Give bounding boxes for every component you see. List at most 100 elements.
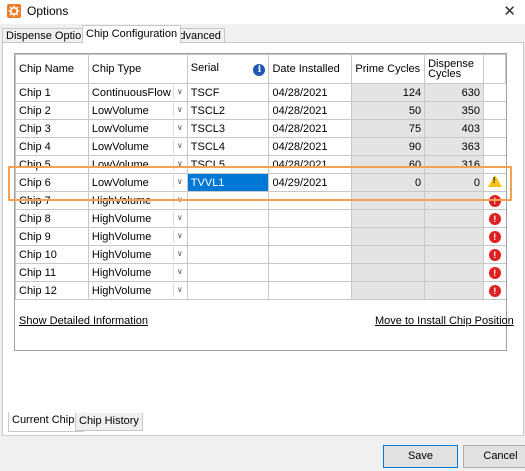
prime-cycles-cell[interactable]: 90 [351, 137, 426, 156]
prime-cycles-cell[interactable]: 0 [351, 173, 426, 192]
date-installed-cell[interactable]: 04/28/2021 [268, 83, 353, 102]
close-icon[interactable]: ✕ [503, 2, 516, 20]
chip-name-cell[interactable]: Chip 1 [15, 83, 89, 102]
prime-cycles-cell[interactable]: 60 [351, 155, 426, 174]
chip-name-cell[interactable]: Chip 10 [15, 245, 89, 264]
chevron-down-icon[interactable]: ∨ [172, 211, 186, 225]
prime-cycles-cell[interactable]: 75 [351, 119, 426, 138]
column-header-chip-type[interactable]: Chip Type [87, 54, 188, 84]
serial-cell[interactable]: TSCF [186, 83, 270, 102]
table-row[interactable]: Chip 10 HighVolume ∨! [15, 245, 506, 264]
serial-cell[interactable] [186, 227, 270, 246]
date-installed-cell[interactable]: 04/29/2021 [268, 173, 353, 192]
chip-name-cell[interactable]: Chip 3 [15, 119, 89, 138]
dispense-cycles-cell[interactable]: 350 [424, 101, 485, 120]
dispense-cycles-cell[interactable]: 403 [424, 119, 485, 138]
chip-name-cell[interactable]: Chip 4 [15, 137, 89, 156]
tab-current-chips[interactable]: Current Chips [8, 412, 84, 432]
dispense-cycles-cell[interactable] [424, 227, 485, 246]
date-installed-cell[interactable]: 04/28/2021 [268, 101, 353, 120]
serial-cell[interactable]: TSCL5 [186, 155, 270, 174]
chevron-down-icon[interactable]: ∨ [172, 157, 186, 171]
table-row[interactable]: Chip 7 HighVolume ∨! [15, 191, 506, 210]
dispense-cycles-cell[interactable] [424, 209, 485, 228]
chip-type-cell[interactable]: ContinuousFlow ∨ [87, 83, 188, 102]
prime-cycles-cell[interactable] [351, 281, 426, 300]
serial-cell[interactable] [186, 209, 270, 228]
show-detailed-information-link[interactable]: Show Detailed Information [19, 315, 148, 327]
dispense-cycles-cell[interactable] [424, 245, 485, 264]
chip-type-cell[interactable]: HighVolume ∨ [87, 191, 188, 210]
serial-cell[interactable]: TVVL1 [186, 173, 270, 192]
prime-cycles-cell[interactable]: 50 [351, 101, 426, 120]
chevron-down-icon[interactable]: ∨ [172, 85, 186, 99]
date-installed-cell[interactable] [268, 263, 353, 282]
date-installed-cell[interactable]: 04/28/2021 [268, 155, 353, 174]
dispense-cycles-cell[interactable]: 316 [424, 155, 485, 174]
chevron-down-icon[interactable]: ∨ [172, 139, 186, 153]
date-installed-cell[interactable] [268, 245, 353, 264]
chip-name-cell[interactable]: Chip 7 [15, 191, 89, 210]
date-installed-cell[interactable] [268, 227, 353, 246]
chip-type-cell[interactable]: LowVolume ∨ [87, 137, 188, 156]
dispense-cycles-cell[interactable]: 363 [424, 137, 485, 156]
info-icon[interactable]: i [253, 63, 266, 76]
chip-type-cell[interactable]: LowVolume ∨ [87, 155, 188, 174]
chip-type-cell[interactable]: LowVolume ∨ [87, 173, 188, 192]
chip-name-cell[interactable]: Chip 6 [15, 173, 89, 192]
table-row[interactable]: Chip 8 HighVolume ∨! [15, 209, 506, 228]
table-row[interactable]: Chip 4 LowVolume ∨ TSCL4 04/28/2021 90 363 [15, 137, 506, 156]
date-installed-cell[interactable] [268, 281, 353, 300]
dispense-cycles-cell[interactable] [424, 281, 485, 300]
tab-chip-history[interactable]: Chip History [75, 413, 143, 431]
move-to-install-chip-position-link[interactable]: Move to Install Chip Position [375, 315, 514, 327]
chip-type-cell[interactable]: HighVolume ∨ [87, 281, 188, 300]
prime-cycles-cell[interactable]: 124 [351, 83, 426, 102]
chip-name-cell[interactable]: Chip 11 [15, 263, 89, 282]
chip-name-cell[interactable]: Chip 2 [15, 101, 89, 120]
serial-cell[interactable] [186, 281, 270, 300]
table-row[interactable]: Chip 9 HighVolume ∨! [15, 227, 506, 246]
save-button[interactable]: Save [383, 445, 458, 468]
table-row[interactable]: Chip 5 LowVolume ∨ TSCL5 04/28/2021 60 316 [15, 155, 506, 174]
chip-type-cell[interactable]: HighVolume ∨ [87, 209, 188, 228]
prime-cycles-cell[interactable] [351, 245, 426, 264]
date-installed-cell[interactable] [268, 209, 353, 228]
prime-cycles-cell[interactable] [351, 263, 426, 282]
chevron-down-icon[interactable]: ∨ [172, 121, 186, 135]
chip-name-cell[interactable]: Chip 9 [15, 227, 89, 246]
chevron-down-icon[interactable]: ∨ [172, 229, 186, 243]
table-row[interactable]: Chip 12 HighVolume ∨! [15, 281, 506, 300]
chip-type-cell[interactable]: HighVolume ∨ [87, 227, 188, 246]
table-row[interactable]: Chip 6 LowVolume ∨ TVVL1 04/29/2021 0 0! [15, 173, 506, 192]
chip-name-cell[interactable]: Chip 12 [15, 281, 89, 300]
table-row[interactable]: Chip 3 LowVolume ∨ TSCL3 04/28/2021 75 403 [15, 119, 506, 138]
chip-type-cell[interactable]: HighVolume ∨ [87, 263, 188, 282]
dispense-cycles-cell[interactable]: 630 [424, 83, 485, 102]
chevron-down-icon[interactable]: ∨ [172, 103, 186, 117]
serial-cell[interactable]: TSCL4 [186, 137, 270, 156]
prime-cycles-cell[interactable] [351, 209, 426, 228]
table-row[interactable]: Chip 11 HighVolume ∨! [15, 263, 506, 282]
serial-cell[interactable]: TSCL3 [186, 119, 270, 138]
prime-cycles-cell[interactable] [351, 227, 426, 246]
column-header-prime-cycles[interactable]: Prime Cycles [351, 54, 426, 84]
cancel-button[interactable]: Cancel [463, 445, 525, 468]
column-header-serial[interactable]: Serial i [186, 54, 270, 84]
dispense-cycles-cell[interactable] [424, 191, 485, 210]
table-row[interactable]: Chip 1 ContinuousFlow ∨ TSCF 04/28/2021 124 63… [15, 83, 506, 102]
chevron-down-icon[interactable]: ∨ [172, 247, 186, 261]
tab-chip-configuration[interactable]: Chip Configuration [82, 25, 182, 43]
serial-cell[interactable] [186, 245, 270, 264]
column-header-date-installed[interactable]: Date Installed [268, 54, 353, 84]
serial-cell[interactable] [186, 263, 270, 282]
date-installed-cell[interactable] [268, 191, 353, 210]
chip-name-cell[interactable]: Chip 5 [15, 155, 89, 174]
date-installed-cell[interactable]: 04/28/2021 [268, 119, 353, 138]
chip-type-cell[interactable]: HighVolume ∨ [87, 245, 188, 264]
serial-cell[interactable]: TSCL2 [186, 101, 270, 120]
chevron-down-icon[interactable]: ∨ [172, 283, 186, 297]
chevron-down-icon[interactable]: ∨ [172, 175, 186, 189]
prime-cycles-cell[interactable] [351, 191, 426, 210]
table-row[interactable]: Chip 2 LowVolume ∨ TSCL2 04/28/2021 50 350 [15, 101, 506, 120]
